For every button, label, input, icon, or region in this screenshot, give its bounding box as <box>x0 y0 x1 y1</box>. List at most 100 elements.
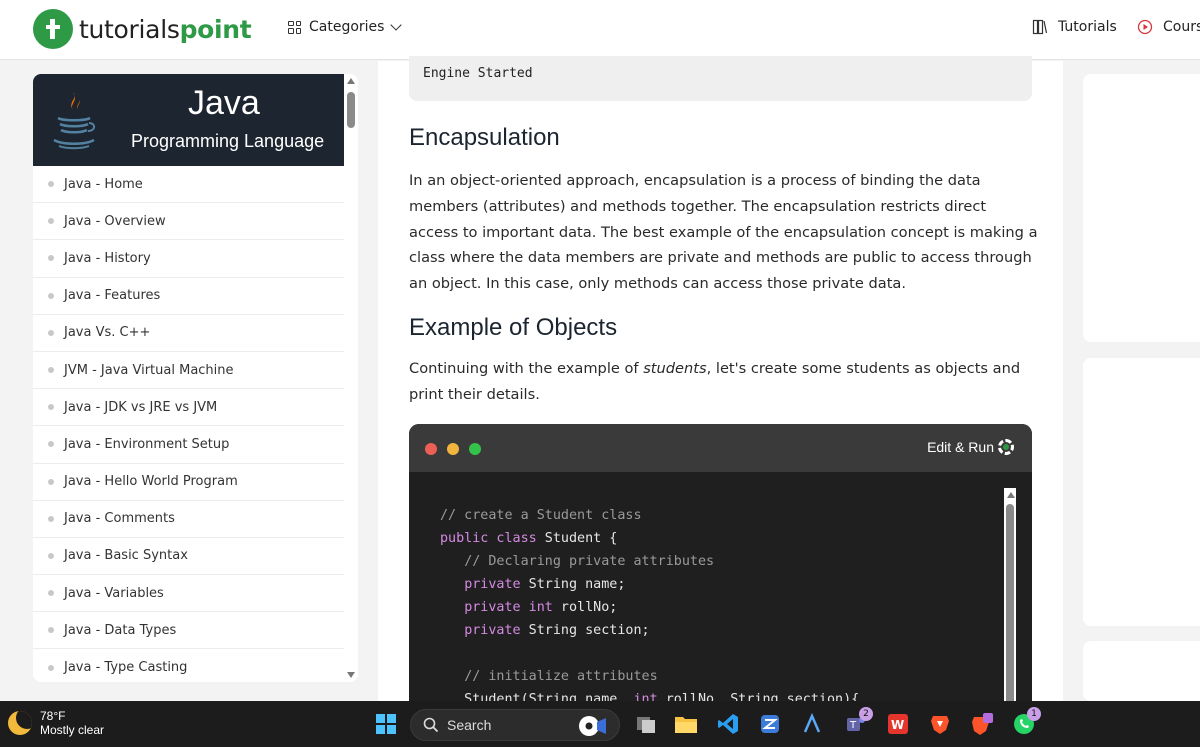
sidebar-item-history[interactable]: Java - History <box>33 240 344 278</box>
weather-widget[interactable]: 78°F Mostly clear <box>8 709 104 737</box>
sidebar-item-type-casting[interactable]: Java - Type Casting <box>33 649 344 682</box>
moon-icon <box>8 711 32 735</box>
encapsulation-paragraph: In an object-oriented approach, encapsul… <box>409 172 1038 293</box>
sidebar-item-basic-syntax[interactable]: Java - Basic Syntax <box>33 538 344 576</box>
svg-text:W: W <box>891 718 904 732</box>
close-dot-icon <box>425 443 437 455</box>
code-scrollbar[interactable] <box>1004 488 1016 714</box>
notification-badge: 2 <box>859 707 873 721</box>
scroll-up-arrow-icon[interactable] <box>347 78 355 84</box>
sidebar-item-home[interactable]: Java - Home <box>33 166 344 204</box>
logo-text: tutorialspoint <box>79 14 252 44</box>
sidebar-item-label: Java - Variables <box>64 585 164 601</box>
teams-icon[interactable]: T 2 <box>843 707 873 737</box>
code-keyword: private int <box>464 600 553 615</box>
sidebar-item-overview[interactable]: Java - Overview <box>33 203 344 241</box>
right-ad-card <box>1083 641 1200 701</box>
right-ad-card <box>1083 358 1200 626</box>
scrollbar-thumb[interactable] <box>1006 504 1014 714</box>
sidebar-item-environment-setup[interactable]: Java - Environment Setup <box>33 426 344 464</box>
output-box: Engine Started <box>409 56 1032 101</box>
code-line: // Declaring private attributes <box>464 554 715 569</box>
sidebar-item-label: Java - Hello World Program <box>64 474 238 490</box>
sidebar-item-data-types[interactable]: Java - Data Types <box>33 612 344 650</box>
bullet-icon <box>48 292 54 299</box>
bullet-icon <box>48 627 54 634</box>
play-circle-icon <box>1137 19 1153 35</box>
code-keyword: private <box>464 577 521 592</box>
bullet-icon <box>48 181 54 188</box>
search-icon <box>423 717 439 733</box>
courses-link[interactable]: Cours <box>1137 19 1200 35</box>
code-keyword: public class <box>440 531 537 546</box>
file-explorer-icon[interactable] <box>673 711 699 737</box>
sidebar-scrollbar[interactable] <box>344 74 358 682</box>
objects-paragraph: Continuing with the example of students,… <box>409 356 1039 408</box>
brave-nightly-icon[interactable] <box>969 711 995 737</box>
objects-heading: Example of Objects <box>409 314 618 341</box>
bullet-icon <box>48 329 54 336</box>
sidebar-item-label: Java - Overview <box>64 213 166 229</box>
brave-browser-icon[interactable] <box>927 711 953 737</box>
vscode-icon[interactable] <box>715 711 741 737</box>
code-keyword: private <box>464 623 521 638</box>
edit-run-label: Edit & Run <box>927 439 994 455</box>
edit-run-button[interactable]: Edit & Run <box>927 439 1014 455</box>
app-z-icon[interactable] <box>757 711 783 737</box>
code-editor: Edit & Run // create a Student class pub… <box>409 424 1032 714</box>
windows-taskbar: 78°F Mostly clear Search T 2 W 1 <box>0 701 1200 747</box>
sidebar-item-jdk-jre-jvm[interactable]: Java - JDK vs JRE vs JVM <box>33 389 344 427</box>
grid-icon <box>288 20 301 34</box>
code-block[interactable]: // create a Student class public class S… <box>440 504 859 711</box>
windows-start-icon[interactable] <box>373 711 399 737</box>
scroll-down-arrow-icon[interactable] <box>347 672 355 678</box>
sidebar-item-label: Java - Type Casting <box>64 660 188 676</box>
notification-badge: 1 <box>1027 707 1041 721</box>
bullet-icon <box>48 664 54 671</box>
chevron-down-icon <box>390 19 403 31</box>
sidebar-nav: Java - Home Java - Overview Java - Histo… <box>33 166 344 682</box>
sidebar-item-label: Java - Home <box>64 176 143 192</box>
objects-text-em: students <box>643 360 707 377</box>
app-a-icon[interactable] <box>799 711 825 737</box>
site-header: tutorialspoint Categories Tutorials Cour… <box>0 0 1200 60</box>
whatsapp-icon[interactable]: 1 <box>1011 707 1041 737</box>
sidebar-item-label: Java - Environment Setup <box>64 436 230 452</box>
sidebar-item-label: Java - Features <box>64 288 161 304</box>
tutorials-label: Tutorials <box>1058 19 1117 35</box>
sidebar-item-hello-world[interactable]: Java - Hello World Program <box>33 464 344 501</box>
sidebar-item-jvm[interactable]: JVM - Java Virtual Machine <box>33 352 344 390</box>
sidebar-item-java-vs-cpp[interactable]: Java Vs. C++ <box>33 315 344 352</box>
bullet-icon <box>48 367 54 374</box>
code-line: // create a Student class <box>440 508 642 523</box>
bullet-icon <box>48 478 54 485</box>
scroll-up-arrow-icon[interactable] <box>1007 492 1015 498</box>
sidebar-item-variables[interactable]: Java - Variables <box>33 575 344 613</box>
bullet-icon <box>48 255 54 262</box>
sidebar-item-comments[interactable]: Java - Comments <box>33 501 344 538</box>
sidebar-item-features[interactable]: Java - Features <box>33 278 344 315</box>
bullet-icon <box>48 590 54 597</box>
logo-text-b: point <box>179 14 252 44</box>
maximize-dot-icon <box>469 443 481 455</box>
encapsulation-heading: Encapsulation <box>409 124 560 151</box>
categories-menu[interactable]: Categories <box>288 19 403 35</box>
categories-label: Categories <box>309 19 385 35</box>
bullet-icon <box>48 515 54 522</box>
banner-title: Java <box>188 84 260 122</box>
book-icon <box>1032 19 1048 35</box>
bullet-icon <box>48 552 54 559</box>
java-banner: Java Programming Language <box>33 74 344 166</box>
task-view-icon[interactable] <box>633 711 659 737</box>
temperature: 78°F <box>40 709 66 723</box>
wps-office-icon[interactable]: W <box>885 711 911 737</box>
sidebar-item-label: Java - Comments <box>64 511 175 527</box>
sidebar-item-label: Java - JDK vs JRE vs JVM <box>64 399 218 415</box>
tutorials-link[interactable]: Tutorials <box>1032 19 1117 35</box>
bullet-icon <box>48 404 54 411</box>
soccer-ball-icon <box>579 716 606 736</box>
scrollbar-thumb[interactable] <box>347 92 355 128</box>
sidebar-item-label: Java - Basic Syntax <box>64 548 188 564</box>
tutorialspoint-logo[interactable]: tutorialspoint <box>33 9 252 49</box>
taskbar-search[interactable]: Search <box>410 709 620 741</box>
